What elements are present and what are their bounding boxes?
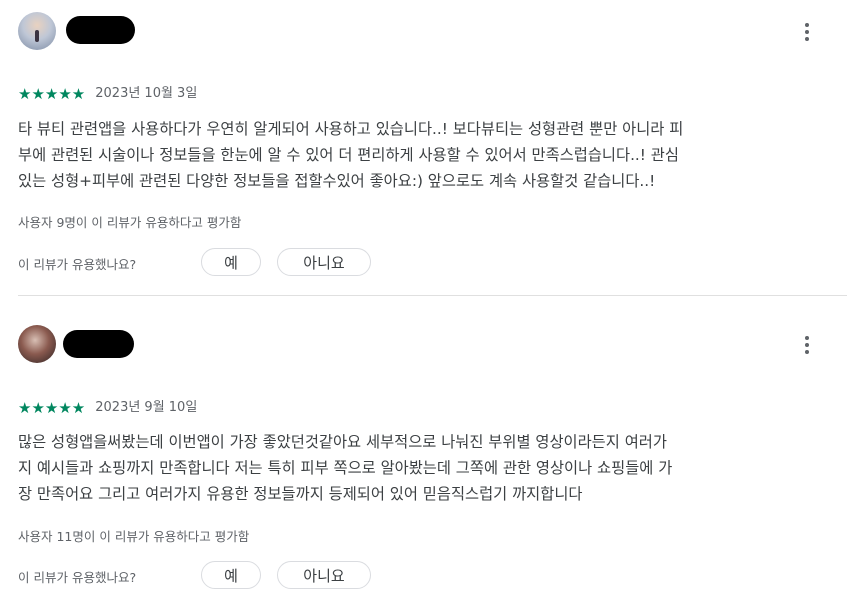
no-button[interactable]: 아니요: [277, 248, 371, 276]
review-date: 2023년 9월 10일: [95, 400, 198, 415]
review-text: 타 뷰티 관련앱을 사용하다가 우연히 알게되어 사용하고 있습니다..! 보다…: [18, 120, 684, 190]
star-rating: ★★★★★: [18, 399, 86, 417]
helpful-question: 이 리뷰가 유용했나요?: [18, 257, 137, 272]
helpful-question: 이 리뷰가 유용했나요?: [18, 570, 137, 585]
yes-button[interactable]: 예: [201, 561, 261, 589]
yes-button[interactable]: 예: [201, 248, 261, 276]
helpful-count: 사용자 9명이 이 리뷰가 유용하다고 평가함: [18, 215, 242, 230]
more-options-icon[interactable]: [797, 334, 817, 356]
rating-row: ★★★★★ 2023년 10월 3일: [18, 85, 197, 103]
star-rating: ★★★★★: [18, 85, 86, 103]
helpful-count: 사용자 11명이 이 리뷰가 유용하다고 평가함: [18, 529, 250, 544]
divider: [18, 295, 847, 296]
review-date: 2023년 10월 3일: [95, 86, 198, 101]
redacted-username: [63, 330, 134, 358]
more-options-icon[interactable]: [797, 21, 817, 43]
redacted-username: [66, 16, 135, 44]
avatar: [18, 325, 56, 363]
avatar: [18, 12, 56, 50]
no-button[interactable]: 아니요: [277, 561, 371, 589]
rating-row: ★★★★★ 2023년 9월 10일: [18, 399, 197, 417]
review-text: 많은 성형앱을써봤는데 이번앱이 가장 좋았던것같아요 세부적으로 나눠진 부위…: [18, 433, 673, 503]
